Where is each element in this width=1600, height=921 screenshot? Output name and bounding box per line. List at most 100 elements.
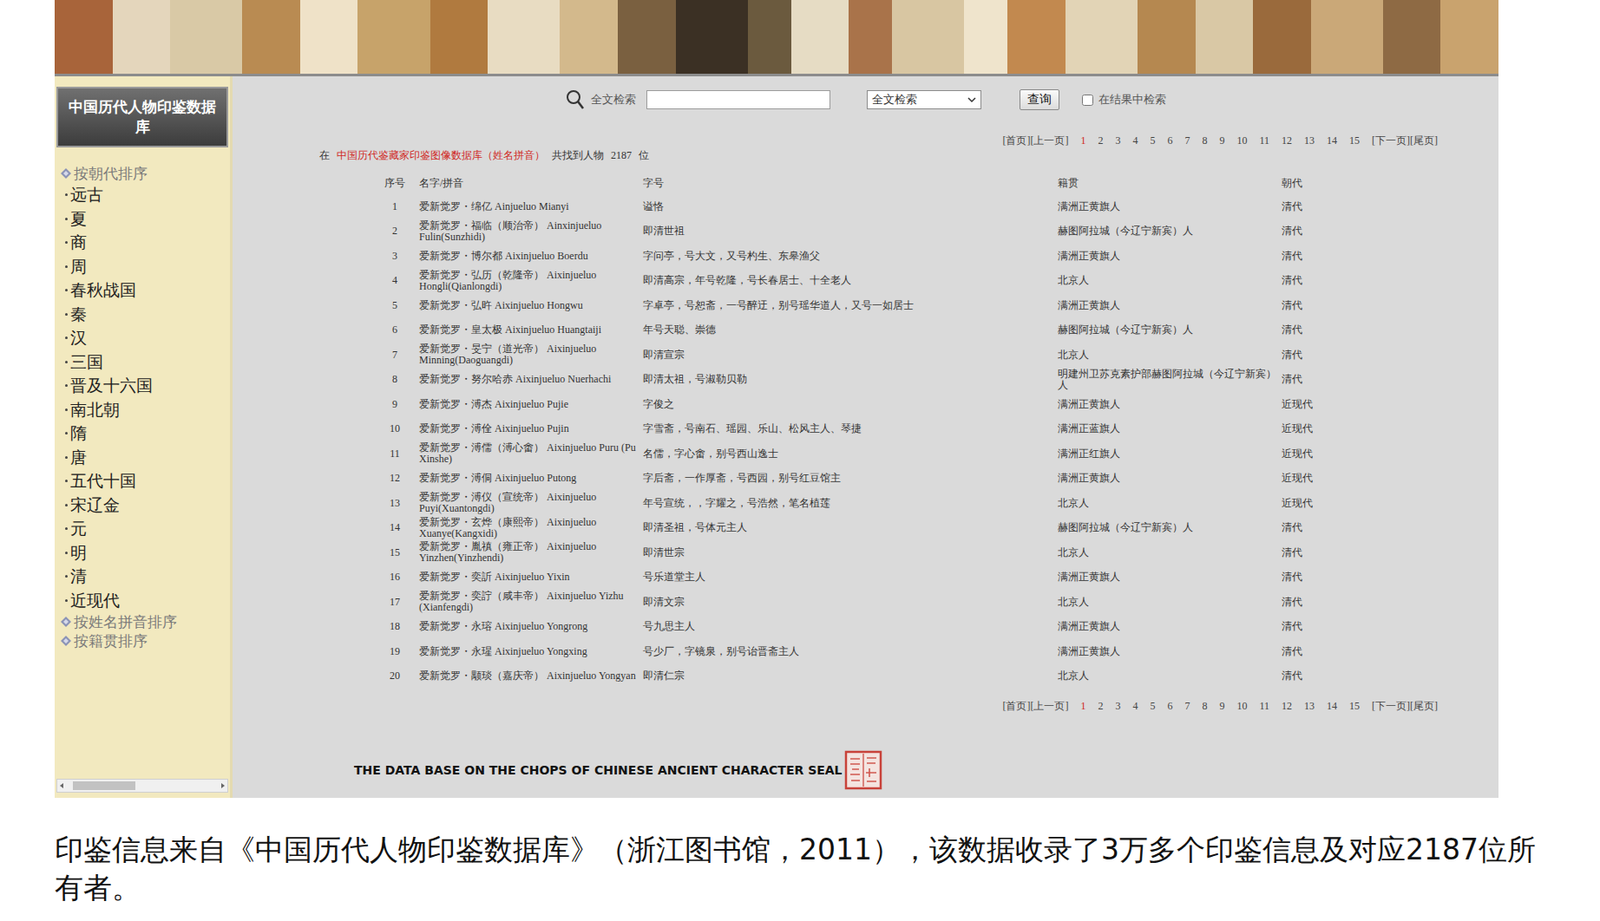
sidebar-item[interactable]: 清 [60,564,230,590]
table-row[interactable]: 18爱新觉罗・永瑢 Aixinjueluo Yongrong号九思主人满洲正黄旗… [372,615,1343,641]
page-link[interactable]: 15 [1349,700,1360,714]
sidebar-item[interactable]: 宋辽金 [60,493,230,519]
table-row[interactable]: 7爱新觉罗・旻宁（道光帝） Aixinjueluo Minning(Daogua… [372,342,1343,368]
within-results-checkbox[interactable] [1081,94,1094,106]
page-link[interactable]: 10 [1236,700,1247,714]
last-page-link[interactable]: [尾页] [1409,133,1438,149]
sidebar-item[interactable]: 晋及十六国 [60,373,230,399]
sidebar-item[interactable]: 汉 [60,326,230,351]
table-row[interactable]: 14爱新觉罗・玄烨（康熙帝） Aixinjueluo Xuanye(Kangxi… [372,516,1343,542]
within-results[interactable]: 在结果中检索 [1081,91,1167,108]
horizontal-scrollbar[interactable] [56,779,229,794]
page-link[interactable]: 7 [1184,700,1190,714]
cell-name[interactable]: 爱新觉罗・奕詝（咸丰帝） Aixinjueluo Yizhu (Xianfeng… [417,590,642,616]
first-page-link[interactable]: [首页] [1002,133,1030,149]
cell-name[interactable]: 爱新觉罗・旻宁（道光帝） Aixinjueluo Minning(Daoguan… [417,342,642,368]
cell-name[interactable]: 爱新觉罗・福临（顺治帝） Ainxinjueluo Fulin(Sunzhidi… [417,219,642,245]
page-link[interactable]: 11 [1259,134,1270,148]
scroll-thumb[interactable] [72,781,136,791]
table-row[interactable]: 15爱新觉罗・胤禛（雍正帝） Aixinjueluo Yinzhen(Yinzh… [372,540,1343,566]
page-link[interactable]: 4 [1132,134,1138,148]
cell-name[interactable]: 爱新觉罗・溥仪（宣统帝） Aixinjueluo Puyi(Xuantongdi… [417,491,642,517]
page-link[interactable]: 4 [1132,700,1138,714]
sidebar-item[interactable]: 近现代 [60,589,230,614]
scroll-right-icon[interactable] [218,780,228,792]
scroll-left-icon[interactable] [57,780,66,792]
page-link[interactable]: 1 [1080,134,1086,148]
page-link[interactable]: 15 [1349,134,1360,148]
sidebar-item[interactable]: 明 [60,541,230,566]
next-page-link[interactable]: [下一页] [1371,699,1410,715]
table-row[interactable]: 17爱新觉罗・奕詝（咸丰帝） Aixinjueluo Yizhu (Xianfe… [372,590,1343,616]
sidebar-item[interactable]: 春秋战国 [60,278,230,303]
page-link[interactable]: 11 [1259,700,1270,714]
prev-page-link[interactable]: [上一页] [1029,699,1069,715]
nav-group-label[interactable]: 按朝代排序 [60,163,230,184]
page-link[interactable]: 6 [1167,700,1173,714]
sidebar-item[interactable]: 远古 [60,183,230,208]
cell-name[interactable]: 爱新觉罗・溥杰 Aixinjueluo Pujie [417,392,642,418]
search-input[interactable] [646,90,831,110]
table-row[interactable]: 6爱新觉罗・皇太极 Aixinjueluo Huangtaiji年号天聪、崇德赫… [372,318,1343,344]
nav-group-label[interactable]: 按籍贯排序 [60,631,230,651]
page-link[interactable]: 9 [1219,134,1225,148]
cell-name[interactable]: 爱新觉罗・玄烨（康熙帝） Aixinjueluo Xuanye(Kangxidi… [417,516,642,542]
table-row[interactable]: 3爱新觉罗・博尔都 Aixinjueluo Boerdu字问亭，号大文，又号杓生… [372,243,1343,269]
sidebar-item[interactable]: 五代十国 [60,469,230,494]
search-type-select[interactable]: 全文检索 [866,90,982,110]
last-page-link[interactable]: [尾页] [1409,699,1438,715]
cell-name[interactable]: 爱新觉罗・溥儒（溥心畬） Aixinjueluo Puru (Pu Xinshe… [417,441,642,467]
cell-name[interactable]: 爱新觉罗・颙琰（嘉庆帝） Aixinjueluo Yongyan [417,664,642,690]
page-link[interactable]: 2 [1097,700,1103,714]
table-row[interactable]: 13爱新觉罗・溥仪（宣统帝） Aixinjueluo Puyi(Xuantong… [372,491,1343,517]
table-row[interactable]: 8爱新觉罗・努尔哈赤 Aixinjueluo Nuerhachi即清太祖，号淑勒… [372,367,1343,394]
page-link[interactable]: 8 [1201,700,1207,714]
table-row[interactable]: 11爱新觉罗・溥儒（溥心畬） Aixinjueluo Puru (Pu Xins… [372,441,1343,467]
cell-name[interactable]: 爱新觉罗・弘旿 Aixinjueluo Hongwu [417,293,642,319]
sidebar-item[interactable]: 秦 [60,302,230,328]
cell-name[interactable]: 爱新觉罗・溥佺 Aixinjueluo Pujin [417,417,642,443]
page-link[interactable]: 12 [1281,134,1292,148]
cell-name[interactable]: 爱新觉罗・溥侗 Aixinjueluo Putong [417,466,642,492]
sidebar-item[interactable]: 唐 [60,445,230,471]
cell-name[interactable]: 爱新觉罗・永瑆 Aixinjueluo Yongxing [417,639,642,665]
prev-page-link[interactable]: [上一页] [1029,133,1069,149]
table-row[interactable]: 5爱新觉罗・弘旿 Aixinjueluo Hongwu字卓亭，号恕斋，一号醉迂，… [372,293,1343,319]
table-row[interactable]: 2爱新觉罗・福临（顺治帝） Ainxinjueluo Fulin(Sunzhid… [372,219,1343,245]
cell-name[interactable]: 爱新觉罗・永瑢 Aixinjueluo Yongrong [417,615,642,641]
page-link[interactable]: 7 [1184,134,1190,148]
cell-name[interactable]: 爱新觉罗・努尔哈赤 Aixinjueluo Nuerhachi [417,367,642,394]
page-link[interactable]: 2 [1097,134,1103,148]
page-link[interactable]: 13 [1304,700,1315,714]
table-row[interactable]: 20爱新觉罗・颙琰（嘉庆帝） Aixinjueluo Yongyan即清仁宗北京… [372,664,1343,690]
table-row[interactable]: 9爱新觉罗・溥杰 Aixinjueluo Pujie字俊之满洲正黄旗人近现代 [372,392,1343,418]
query-button[interactable]: 查询 [1019,89,1060,111]
source-name[interactable]: 中国历代鉴藏家印鉴图像数据库（姓名拼音） [336,148,545,164]
sidebar-item[interactable]: 夏 [60,207,230,232]
sidebar-item[interactable]: 三国 [60,350,230,375]
sidebar-item[interactable]: 南北朝 [60,398,230,423]
table-row[interactable]: 1爱新觉罗・绵亿 Ainjueluo Mianyi谥恪满洲正黄旗人清代 [372,194,1343,220]
first-page-link[interactable]: [首页] [1002,699,1030,715]
page-link[interactable]: 14 [1326,700,1338,714]
sidebar-item[interactable]: 周 [60,255,230,280]
table-row[interactable]: 16爱新觉罗・奕訢 Aixinjueluo Yixin号乐道堂主人满洲正黄旗人清… [372,565,1343,591]
sidebar-item[interactable]: 隋 [60,421,230,446]
sidebar-item[interactable]: 商 [60,230,230,256]
page-link[interactable]: 6 [1167,134,1173,148]
page-link[interactable]: 12 [1281,700,1292,714]
page-link[interactable]: 8 [1201,134,1207,148]
table-row[interactable]: 12爱新觉罗・溥侗 Aixinjueluo Putong字后斋，一作厚斋，号西园… [372,466,1343,492]
cell-name[interactable]: 爱新觉罗・弘历（乾隆帝） Aixinjueluo Hongli(Qianlong… [417,268,642,295]
cell-name[interactable]: 爱新觉罗・皇太极 Aixinjueluo Huangtaiji [417,318,642,344]
page-link[interactable]: 9 [1219,700,1225,714]
nav-group-label[interactable]: 按姓名拼音排序 [60,612,230,632]
page-link[interactable]: 1 [1080,700,1086,714]
cell-name[interactable]: 爱新觉罗・胤禛（雍正帝） Aixinjueluo Yinzhen(Yinzhen… [417,540,642,566]
sidebar-item[interactable]: 元 [60,517,230,542]
page-link[interactable]: 3 [1114,700,1121,714]
table-row[interactable]: 4爱新觉罗・弘历（乾隆帝） Aixinjueluo Hongli(Qianlon… [372,268,1343,295]
cell-name[interactable]: 爱新觉罗・绵亿 Ainjueluo Mianyi [417,194,642,220]
page-link[interactable]: 13 [1304,134,1315,148]
page-link[interactable]: 3 [1114,134,1121,148]
